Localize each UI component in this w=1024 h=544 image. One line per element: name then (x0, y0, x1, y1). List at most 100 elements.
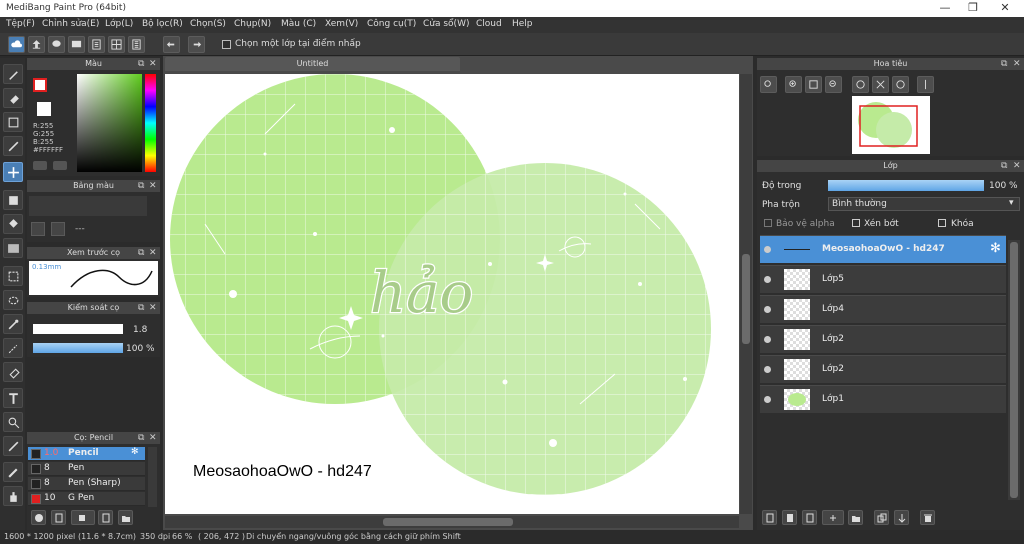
close-icon[interactable]: ✕ (149, 302, 157, 314)
menu-help[interactable]: Help (512, 19, 533, 29)
merge-layer-icon[interactable] (894, 510, 909, 525)
foreground-swatch[interactable] (33, 78, 47, 92)
menu-color[interactable]: Màu (C) (281, 19, 316, 29)
document-tab[interactable]: Untitled (165, 57, 460, 71)
undock-icon[interactable]: ⧉ (138, 247, 144, 259)
close-icon[interactable]: ✕ (1013, 160, 1021, 172)
layer-row[interactable]: Lớp2 (760, 355, 1006, 383)
menu-filter[interactable]: Bộ lọc(R) (142, 19, 183, 29)
select-pen-tool-icon[interactable] (3, 338, 23, 358)
undock-icon[interactable]: ⧉ (138, 432, 144, 444)
background-swatch[interactable] (37, 102, 51, 116)
menu-edit[interactable]: Chỉnh sửa(E) (42, 19, 99, 29)
eye-icon[interactable] (764, 306, 771, 313)
undock-icon[interactable]: ⧉ (138, 302, 144, 314)
upload-icon[interactable] (28, 36, 45, 53)
layer-row[interactable]: Lớp5 (760, 265, 1006, 293)
new-brush-icon[interactable] (51, 510, 66, 525)
layer-row[interactable]: Lớp1 (760, 385, 1006, 413)
undock-icon[interactable]: ⧉ (138, 180, 144, 192)
layer-row[interactable]: Lớp4 (760, 295, 1006, 323)
close-icon[interactable]: ✕ (990, 1, 1020, 15)
brush-settings-icon[interactable] (98, 510, 113, 525)
undo-icon[interactable] (163, 36, 180, 53)
menu-file[interactable]: Tệp(F) (6, 19, 35, 29)
brush-opacity-slider[interactable] (33, 343, 123, 353)
brush-item[interactable]: 1.0 Pencil ✻ (28, 447, 145, 461)
redo-icon[interactable] (188, 36, 205, 53)
close-icon[interactable]: ✕ (149, 247, 157, 259)
gear-icon[interactable]: ✻ (990, 241, 1001, 256)
undock-icon[interactable]: ⧉ (1001, 58, 1007, 70)
select-layer-checkbox[interactable] (222, 40, 231, 49)
new-layer-icon[interactable] (762, 510, 777, 525)
vertical-scrollbar[interactable] (740, 74, 752, 514)
menu-layer[interactable]: Lớp(L) (105, 19, 133, 29)
eraser-tool-icon[interactable] (3, 88, 23, 108)
layer-opacity-slider[interactable] (828, 180, 984, 191)
horizontal-scroll-thumb[interactable] (383, 518, 513, 526)
close-icon[interactable]: ✕ (1013, 58, 1021, 70)
close-icon[interactable]: ✕ (149, 432, 157, 444)
comment-icon[interactable] (68, 36, 85, 53)
palette-area[interactable] (29, 196, 147, 216)
navigator-preview[interactable] (852, 96, 930, 154)
menu-cloud[interactable]: Cloud (476, 19, 502, 29)
eye-icon[interactable] (764, 366, 771, 373)
add-brush-icon[interactable] (31, 510, 46, 525)
gradient-tool-icon[interactable] (3, 238, 23, 258)
close-icon[interactable]: ✕ (149, 180, 157, 192)
brush-item[interactable]: 8 Pen (28, 462, 145, 476)
delete-layer-icon[interactable] (920, 510, 935, 525)
text-tool-icon[interactable] (3, 388, 23, 408)
eye-icon[interactable] (764, 336, 771, 343)
hue-slider[interactable] (145, 74, 156, 172)
layer-scrollbar[interactable] (1008, 240, 1020, 500)
operation-tool-icon[interactable] (3, 412, 23, 432)
menu-view[interactable]: Xem(V) (325, 19, 358, 29)
lasso-tool-icon[interactable] (3, 290, 23, 310)
hand-tool-icon[interactable] (3, 486, 23, 506)
page-icon[interactable] (88, 36, 105, 53)
new-palette-icon[interactable] (31, 222, 45, 236)
move-tool-icon[interactable] (3, 162, 23, 182)
brush-scrollbar[interactable] (148, 447, 157, 507)
bucket-tool-icon[interactable] (3, 214, 23, 234)
pen-tool-icon[interactable] (3, 462, 23, 482)
rotate-right-icon[interactable] (892, 76, 909, 93)
duplicate-layer-icon[interactable] (874, 510, 889, 525)
new-halftone-layer-icon[interactable] (782, 510, 797, 525)
list-page-icon[interactable] (128, 36, 145, 53)
lock-checkbox[interactable] (938, 219, 946, 227)
rect-select-tool-icon[interactable] (3, 112, 23, 132)
layer-row[interactable]: MeosaohoaOwO - hd247 ✻ (760, 235, 1006, 263)
vertical-scroll-thumb[interactable] (742, 254, 750, 344)
maximize-icon[interactable]: ❐ (958, 1, 988, 15)
new-8bit-layer-icon[interactable] (802, 510, 817, 525)
brush-item[interactable]: 8 Pen (Sharp) (28, 477, 145, 491)
menu-window[interactable]: Cửa sổ(W) (423, 19, 469, 29)
menu-capture[interactable]: Chụp(N) (234, 19, 271, 29)
eyedropper-tool-icon[interactable] (3, 436, 23, 456)
canvas[interactable]: hảo MeosaohoaOwO - hd247 (165, 74, 739, 514)
horizontal-scrollbar[interactable] (165, 516, 739, 528)
brush-menu-icon[interactable] (71, 510, 95, 525)
zoom-out-icon[interactable] (825, 76, 842, 93)
marquee-tool-icon[interactable] (3, 266, 23, 286)
select-eraser-tool-icon[interactable] (3, 362, 23, 382)
protect-alpha-checkbox[interactable] (764, 219, 772, 227)
flip-icon[interactable] (917, 76, 934, 93)
grid-page-icon[interactable] (108, 36, 125, 53)
layer-folder-icon[interactable] (848, 510, 863, 525)
close-icon[interactable]: ✕ (149, 58, 157, 70)
fit-icon[interactable] (805, 76, 822, 93)
undock-icon[interactable]: ⧉ (1001, 160, 1007, 172)
add-layer-menu-icon[interactable] (822, 510, 844, 525)
cloud-sync-icon[interactable] (8, 36, 25, 53)
saturation-picker[interactable] (77, 74, 142, 172)
eye-icon[interactable] (764, 246, 771, 253)
gear-icon[interactable]: ✻ (131, 447, 139, 457)
undock-icon[interactable]: ⧉ (138, 58, 144, 70)
fill-rect-tool-icon[interactable] (3, 190, 23, 210)
brush-item[interactable]: 10 G Pen (28, 492, 145, 506)
